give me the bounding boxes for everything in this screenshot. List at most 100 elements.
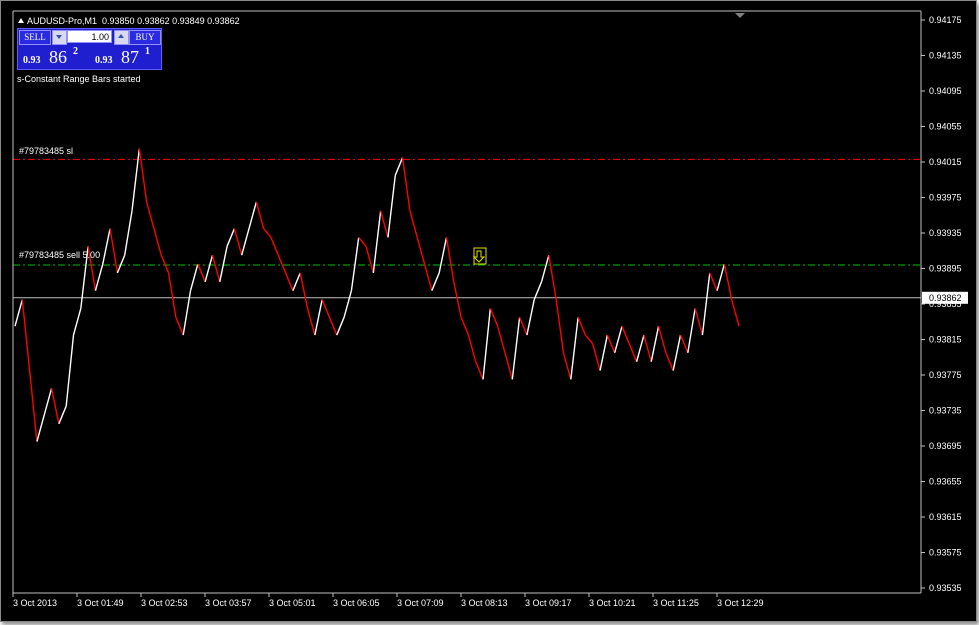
price-segment [211, 255, 221, 282]
price-segment [701, 272, 711, 336]
chevron-down-icon [56, 35, 62, 39]
price-segment [628, 343, 638, 362]
price-segment [58, 405, 67, 425]
price-segment [460, 317, 470, 336]
plot-area[interactable] [13, 148, 921, 442]
price-chart[interactable]: 0.94175 0.94135 0.94095 0.94055 0.94015 0.939… [1, 1, 976, 621]
buy-button[interactable]: BUY [129, 30, 161, 45]
price-segment [28, 370, 38, 442]
x-tick-label: 3 Oct 2013 [13, 598, 57, 608]
price-segment [453, 281, 462, 318]
price-segment [50, 388, 60, 424]
sell-button[interactable]: SELL [19, 30, 51, 45]
price-segment [263, 228, 272, 238]
y-tick-label: 0.94015 [929, 157, 962, 167]
x-tick-label: 3 Oct 06:05 [333, 598, 380, 608]
price-segment [306, 308, 316, 336]
price-segment [394, 157, 404, 176]
price-segment [635, 334, 645, 362]
price-segment [241, 228, 250, 256]
price-segment [197, 263, 206, 283]
price-segment [621, 325, 630, 345]
x-tick-label: 3 Oct 08:13 [461, 598, 508, 608]
price-segment [116, 254, 126, 274]
price-segment [592, 343, 601, 371]
chart-window[interactable]: 0.94175 0.94135 0.94095 0.94055 0.94015 0.939… [0, 0, 977, 622]
lot-size-input[interactable]: 1.00 [67, 30, 112, 43]
price-segment [284, 272, 294, 291]
price-segment [562, 352, 572, 380]
price-segment [387, 175, 396, 238]
y-tick-label: 0.94175 [929, 15, 962, 25]
price-segment [350, 237, 360, 291]
price-segment [665, 352, 674, 371]
price-segment [36, 414, 45, 442]
price-segment [672, 334, 682, 371]
x-tick-label: 3 Oct 01:49 [77, 598, 124, 608]
price-segment [496, 326, 506, 353]
x-tick-label: 3 Oct 07:09 [397, 598, 444, 608]
price-segment [379, 210, 389, 238]
price-segment [153, 228, 162, 256]
y-tick-label: 0.93935 [929, 228, 962, 238]
price-segment [482, 308, 492, 380]
price-segment [189, 263, 199, 291]
price-segment [504, 352, 513, 380]
y-tick-label: 0.93655 [929, 477, 962, 487]
price-segment [687, 308, 696, 353]
price-segment [277, 254, 287, 274]
price-segment [723, 263, 733, 300]
price-segment [292, 272, 301, 291]
price-segment [160, 254, 170, 274]
price-segment [423, 263, 433, 291]
price-segment [358, 236, 367, 247]
y-tick-label: 0.93975 [929, 193, 962, 203]
sell-quote-prefix: 0.93 [23, 55, 41, 66]
price-segment [570, 317, 579, 380]
price-segment [694, 308, 704, 336]
price-segment [102, 228, 111, 265]
buy-quote-prefix: 0.93 [95, 55, 113, 66]
lot-increase-button[interactable] [114, 30, 129, 45]
lot-decrease-button[interactable] [52, 30, 67, 45]
symbol-label: AUDUSD-Pro,M1 [27, 16, 98, 26]
price-segment [94, 263, 104, 291]
price-segment [445, 237, 455, 282]
ohlc-values: 0.93850 0.93862 0.93849 0.93862 [102, 16, 240, 26]
y-tick-label: 0.93775 [929, 370, 962, 380]
price-segment [372, 210, 382, 274]
price-segment [65, 334, 75, 407]
price-segment [657, 326, 667, 353]
price-segment [548, 255, 557, 300]
price-segment [43, 388, 53, 416]
price-segment [716, 263, 726, 291]
price-segment [336, 317, 345, 336]
buy-quote-pips: 87 [121, 47, 139, 67]
price-segment [540, 255, 550, 282]
current-price-label: 0.93862 [929, 293, 962, 303]
y-tick-label: 0.93575 [929, 548, 962, 558]
x-tick-label: 3 Oct 10:21 [589, 598, 636, 608]
price-segment [314, 299, 323, 336]
price-segment [255, 201, 265, 229]
price-segment [475, 361, 484, 380]
x-tick-label: 3 Oct 03:57 [205, 598, 252, 608]
price-segment [599, 334, 609, 371]
price-segment [709, 272, 718, 291]
chart-shift-icon[interactable] [735, 13, 745, 18]
price-segment [489, 308, 499, 327]
price-segment [518, 317, 528, 336]
down-arrow-icon [472, 250, 486, 263]
price-segment [431, 272, 440, 291]
price-segment [14, 299, 23, 327]
collapse-triangle-icon[interactable] [18, 18, 24, 23]
price-segment [21, 299, 31, 371]
x-tick-label: 3 Oct 11:25 [653, 598, 699, 608]
price-segment [109, 228, 119, 274]
price-segment [555, 299, 565, 353]
price-segment [175, 317, 184, 336]
x-tick-label: 3 Oct 12:29 [717, 598, 764, 608]
x-tick-label: 3 Oct 09:17 [525, 598, 572, 608]
price-segment [328, 317, 338, 336]
price-segment [124, 210, 133, 256]
